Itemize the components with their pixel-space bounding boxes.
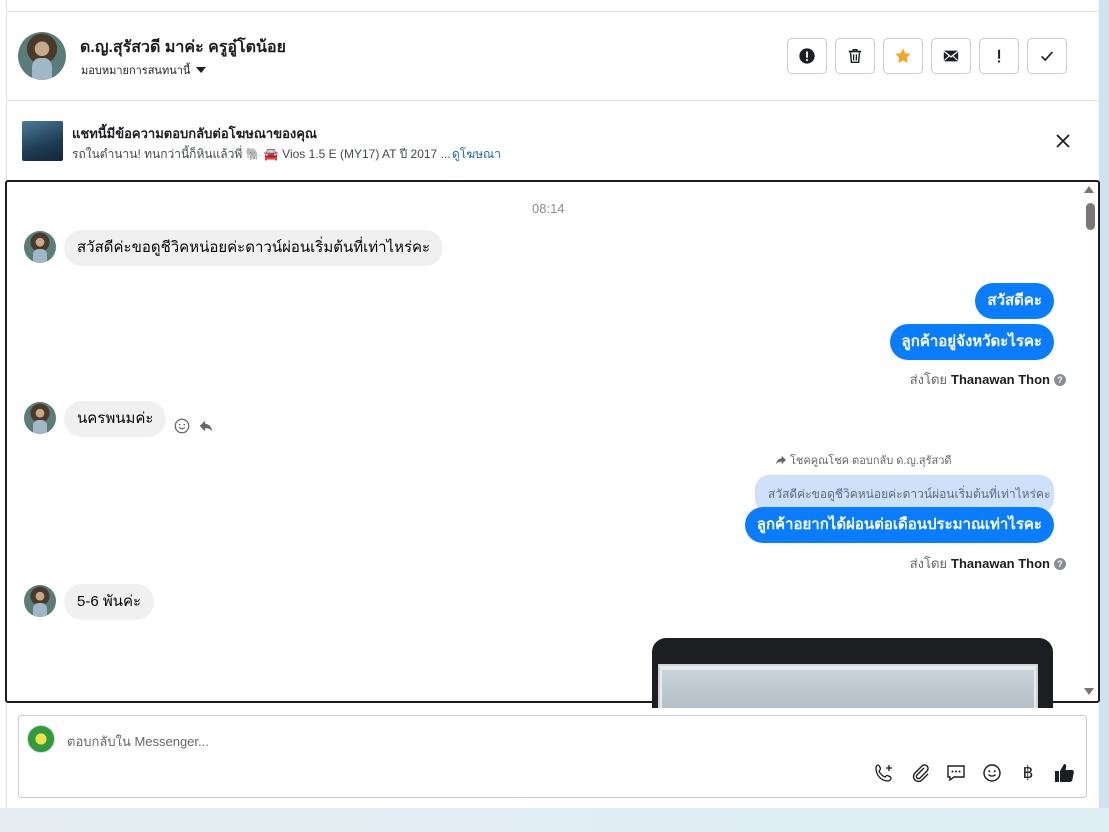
mail-icon [943, 50, 959, 62]
scrollbar-thumb[interactable] [1086, 203, 1095, 230]
reply-input[interactable]: ตอบกลับใน Messenger... [67, 731, 209, 752]
alert-circle-icon [799, 48, 815, 64]
caret-down-icon [196, 67, 207, 73]
sender-avatar [24, 402, 56, 434]
contact-name: ด.ญ.สุรัสวดี มาค่ะ ครูอู๋โตน้อย [80, 39, 286, 56]
reply-composer [18, 715, 1087, 798]
reply-context: โชคคูณโชค ตอบกลับ ด.ญ.สุรัสวดี [774, 451, 952, 469]
sent-by-label: ส่งโดย Thanawan Thon ? [910, 369, 1066, 390]
sent-by-prefix: ส่งโดย [909, 372, 948, 387]
chat-bubble-icon[interactable] [945, 762, 967, 784]
mark-unread-button[interactable] [931, 38, 971, 74]
assign-conversation-dropdown[interactable]: มอบหมายการสนทนานี้ [81, 61, 207, 79]
right-edge-strip [1099, 0, 1109, 808]
ad-banner-subtitle: รถในตำนาน! ทนกว่านี้ก็หินแล้วพี่ 🐘 🚘 Vio… [72, 145, 451, 164]
star-button[interactable] [883, 38, 923, 74]
view-ad-link[interactable]: ดูโฆษณา [452, 145, 501, 164]
help-icon[interactable]: ? [1054, 373, 1066, 386]
sent-by-name: Thanawan Thon [951, 372, 1050, 387]
mark-done-button[interactable] [1027, 38, 1067, 74]
thumbs-up-icon[interactable] [1053, 762, 1075, 784]
top-divider [6, 11, 1099, 12]
help-icon[interactable]: ? [1054, 557, 1066, 570]
sent-by-name: Thanawan Thon [951, 556, 1050, 571]
exclamation-icon [998, 49, 1001, 63]
image-attachment[interactable] [652, 638, 1053, 708]
emoji-icon[interactable] [981, 762, 1003, 784]
message-reactions [173, 417, 215, 435]
composer-tools: ฿ [873, 762, 1075, 784]
message-bubble-outgoing[interactable]: สวัสดีคะ [975, 283, 1054, 319]
trash-icon [848, 48, 862, 64]
star-icon [895, 48, 911, 63]
ad-subtitle-text: รถในตำนาน! ทนกว่านี้ก็หินแล้วพี่ 🐘 🚘 Vio… [72, 147, 451, 161]
sender-avatar [24, 231, 56, 263]
mark-spam-button[interactable] [787, 38, 827, 74]
sender-avatar [24, 585, 56, 617]
check-icon [1041, 51, 1054, 62]
message-bubble-incoming[interactable]: สวัสดีค่ะขอดูชีวิคหน่อยค่ะดาวน์ผ่อนเริ่ม… [64, 230, 444, 266]
sent-by-label: ส่งโดย Thanawan Thon ? [910, 553, 1066, 574]
ad-banner-title: แชทนี้มีข้อความตอบกลับต่อโฆษณาของคุณ [72, 126, 317, 141]
message-timestamp: 08:14 [532, 201, 565, 216]
sent-by-prefix: ส่งโดย [909, 556, 948, 571]
baht-icon[interactable]: ฿ [1017, 763, 1039, 783]
message-bubble-outgoing[interactable]: ลูกค้าอยากได้ผ่อนต่อเดือนประมาณเท่าไรคะ [744, 507, 1054, 543]
forward-reply-icon [776, 455, 786, 465]
scroll-up-arrow-icon[interactable] [1084, 186, 1094, 193]
follow-up-button[interactable] [979, 38, 1019, 74]
ad-thumbnail[interactable] [22, 121, 63, 161]
message-bubble-outgoing[interactable]: ลูกค้าอยู่จังหวัดะไรคะ [889, 324, 1054, 360]
phone-plus-icon[interactable] [873, 762, 895, 784]
conversation-actions [787, 38, 1067, 74]
reply-icon[interactable] [197, 417, 215, 435]
emoji-react-icon[interactable] [173, 417, 191, 435]
assign-label: มอบหมายการสนทนานี้ [81, 65, 191, 77]
message-bubble-incoming[interactable]: 5-6 พันค่ะ [64, 584, 155, 620]
reply-meta-text: โชคคูณโชค ตอบกลับ ด.ญ.สุรัสวดี [790, 455, 952, 467]
contact-avatar[interactable] [18, 32, 66, 80]
header-divider [6, 100, 1099, 101]
scroll-down-arrow-icon[interactable] [1084, 688, 1094, 695]
page-avatar [27, 725, 55, 753]
close-icon[interactable] [1052, 130, 1074, 152]
bottom-edge-strip [0, 808, 1109, 832]
paperclip-icon[interactable] [909, 762, 931, 784]
message-bubble-incoming[interactable]: นครพนมค่ะ [64, 401, 167, 437]
image-preview [658, 664, 1038, 708]
delete-button[interactable] [835, 38, 875, 74]
